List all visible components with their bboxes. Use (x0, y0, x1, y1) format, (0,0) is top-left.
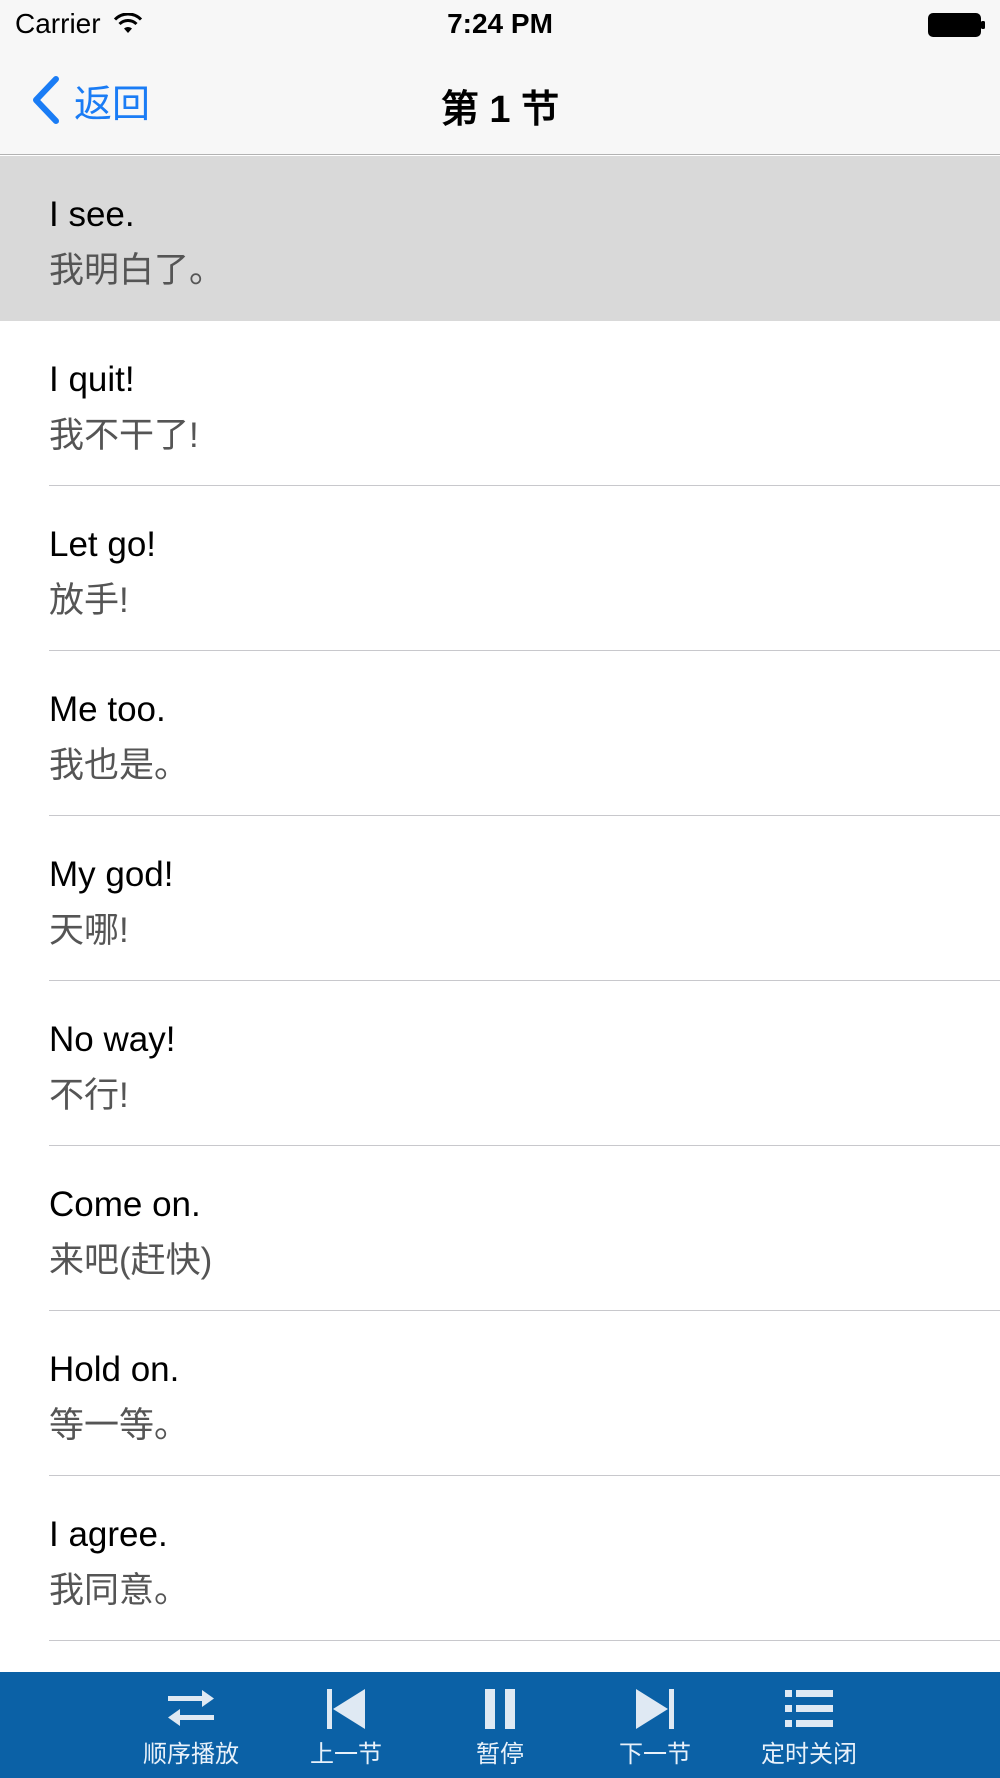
skip-back-icon (327, 1689, 365, 1729)
list-item[interactable]: Me too. 我也是。 (0, 651, 1000, 816)
list-item[interactable]: No way! 不行! (0, 981, 1000, 1146)
status-time: 7:24 PM (447, 8, 553, 39)
chinese-text: 我也是。 (49, 746, 190, 785)
chinese-text: 我明白了。 (49, 251, 225, 290)
list-item[interactable]: Let go! 放手! (0, 486, 1000, 651)
skip-forward-icon (636, 1689, 674, 1729)
chinese-text: 我不干了! (49, 416, 199, 455)
navigation-bar: 返回 第 1 节 (0, 48, 1000, 155)
english-text: Let go! (49, 525, 157, 564)
list-item[interactable]: I see. 我明白了。 (0, 156, 1000, 321)
status-bar: Carrier 7:24 PM (0, 0, 1000, 48)
english-text: I see. (49, 195, 135, 234)
sentence-list: I see. 我明白了。 I quit! 我不干了! Let go! 放手! M… (0, 156, 1000, 1672)
list-item[interactable]: I quit! 我不干了! (0, 321, 1000, 486)
english-text: Me too. (49, 690, 166, 729)
next-section-button[interactable]: 下一节 (590, 1672, 720, 1778)
order-play-label: 顺序播放 (143, 1741, 239, 1768)
previous-section-button[interactable]: 上一节 (281, 1672, 411, 1778)
list-item[interactable]: My god! 天哪! (0, 816, 1000, 981)
chinese-text: 放手! (49, 581, 129, 620)
list-icon (785, 1690, 833, 1727)
pause-button[interactable]: 暂停 (435, 1672, 565, 1778)
timer-close-button[interactable]: 定时关闭 (744, 1672, 874, 1778)
english-text: I agree. (49, 1515, 168, 1554)
english-text: Hold on. (49, 1350, 180, 1389)
english-text: No way! (49, 1020, 176, 1059)
next-section-label: 下一节 (619, 1741, 691, 1768)
page-title: 第 1 节 (440, 89, 560, 131)
pause-icon (485, 1689, 515, 1729)
english-text: I quit! (49, 360, 135, 399)
order-play-button[interactable]: 顺序播放 (126, 1672, 256, 1778)
chinese-text: 不行! (49, 1076, 129, 1115)
english-text: My god! (49, 855, 174, 894)
pause-label: 暂停 (476, 1741, 524, 1768)
timer-close-label: 定时关闭 (761, 1741, 857, 1768)
list-item[interactable]: Come on. 来吧(赶快) (0, 1146, 1000, 1311)
chinese-text: 我同意。 (49, 1571, 190, 1610)
chinese-text: 来吧(赶快) (49, 1241, 213, 1280)
list-item[interactable]: I agree. 我同意。 (0, 1476, 1000, 1641)
shuffle-arrows-icon (168, 1690, 214, 1726)
row-divider (49, 1640, 1000, 1641)
chinese-text: 等一等。 (49, 1406, 190, 1445)
battery-icon (928, 13, 985, 37)
chinese-text: 天哪! (49, 911, 129, 950)
player-toolbar: 顺序播放 上一节 暂停 下一节 定时关闭 (0, 1672, 1000, 1778)
list-item[interactable]: Hold on. 等一等。 (0, 1311, 1000, 1476)
previous-section-label: 上一节 (310, 1741, 382, 1768)
english-text: Come on. (49, 1185, 201, 1224)
